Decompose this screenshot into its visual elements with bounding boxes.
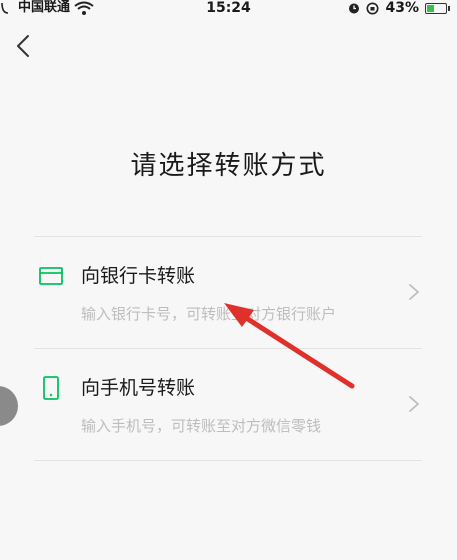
battery-fill: [427, 4, 434, 12]
option-subtitle: 输入手机号，可转账至对方微信零钱: [81, 417, 322, 435]
assistive-touch-button[interactable]: [0, 386, 18, 426]
status-time: 15:24: [206, 0, 251, 16]
option-subtitle: 输入银行卡号，可转账至对方银行账户: [81, 305, 337, 323]
carrier-name: 中国联通: [18, 0, 71, 15]
wifi-icon: [74, 1, 94, 15]
phone-icon: [43, 376, 59, 400]
status-right: 43%: [348, 0, 450, 16]
status-bar: 中国联通 15:24 43%: [0, 0, 457, 16]
divider-bottom: [34, 460, 422, 461]
battery-icon: [425, 2, 450, 14]
page-title: 请选择转账方式: [130, 151, 327, 181]
signal-icon: [1, 2, 9, 14]
option-title: 向银行卡转账: [81, 265, 196, 287]
back-button[interactable]: [12, 34, 36, 58]
chevron-right-icon: [409, 284, 419, 300]
chevron-left-icon: [17, 35, 29, 57]
bank-card-icon: [39, 267, 63, 285]
rotation-lock-icon: [366, 2, 379, 14]
option-phone-number-transfer[interactable]: 向手机号转账 输入手机号，可转账至对方微信零钱: [34, 349, 422, 459]
status-left: 中国联通: [0, 0, 94, 16]
chevron-right-icon: [409, 396, 419, 412]
battery-percent: 43%: [385, 0, 419, 16]
option-bank-card-transfer[interactable]: 向银行卡转账 输入银行卡号，可转账至对方银行账户: [34, 237, 422, 347]
alarm-icon: [349, 3, 360, 14]
option-title: 向手机号转账: [81, 377, 196, 399]
